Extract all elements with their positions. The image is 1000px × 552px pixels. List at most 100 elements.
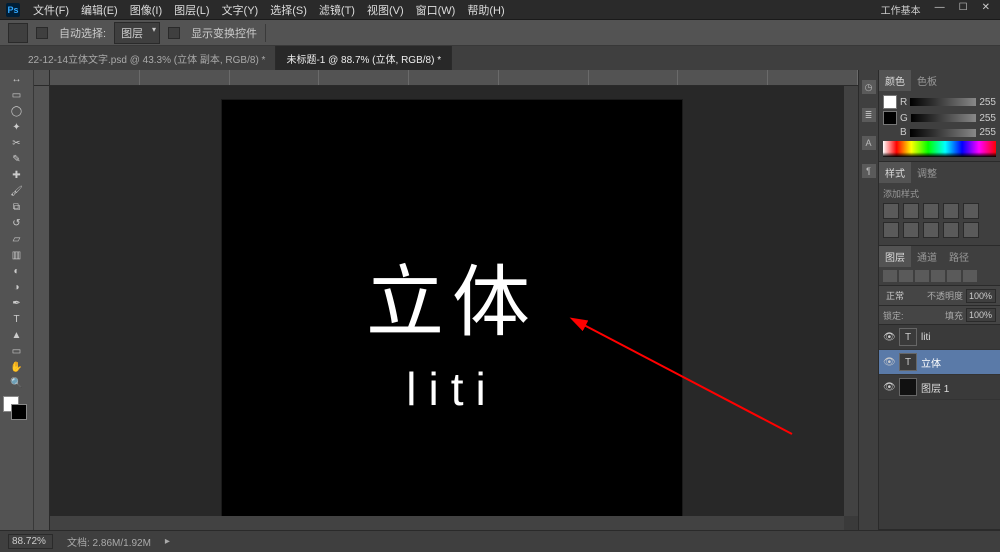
show-transform-checkbox[interactable] — [168, 27, 180, 39]
close-icon[interactable]: ✕ — [978, 0, 994, 19]
document-tab-1[interactable]: 22-12-14立体文字.psd @ 43.3% (立体 副本, RGB/8) … — [18, 46, 276, 70]
scrollbar-horizontal[interactable] — [50, 516, 844, 530]
filter-pixel-icon[interactable] — [899, 270, 913, 282]
visibility-toggle-icon[interactable]: 👁 — [883, 357, 895, 368]
style-preset-icon[interactable] — [963, 203, 979, 219]
maximize-icon[interactable]: ☐ — [955, 0, 972, 19]
blur-tool-icon[interactable]: ◐ — [1, 264, 32, 279]
brush-tool-icon[interactable]: 🖌 — [1, 184, 32, 199]
eraser-tool-icon[interactable]: ▱ — [1, 232, 32, 247]
layer-name[interactable]: 图层 1 — [921, 380, 949, 395]
move-tool-icon[interactable]: ↔ — [1, 72, 32, 87]
crop-tool-icon[interactable]: ✂ — [1, 136, 32, 151]
style-preset-icon[interactable] — [923, 222, 939, 238]
active-tool-icon[interactable] — [8, 23, 28, 43]
blend-mode-dropdown[interactable]: 正常 — [883, 288, 924, 303]
g-value[interactable]: 255 — [979, 113, 996, 124]
layer-item-liti[interactable]: 👁 T liti — [879, 325, 1000, 350]
style-preset-icon[interactable] — [903, 203, 919, 219]
tab-channels[interactable]: 通道 — [911, 246, 943, 267]
layer-item-main[interactable]: 👁 T 立体 — [879, 350, 1000, 375]
properties-panel-icon[interactable]: ≣ — [862, 108, 876, 122]
style-preset-icon[interactable] — [963, 222, 979, 238]
menu-filter[interactable]: 滤镜(T) — [314, 0, 360, 20]
history-brush-tool-icon[interactable]: ↺ — [1, 216, 32, 231]
tab-swatches[interactable]: 色板 — [911, 70, 943, 91]
style-preset-icon[interactable] — [943, 222, 959, 238]
minimize-icon[interactable]: — — [931, 0, 949, 19]
auto-select-target-dropdown[interactable]: 图层 — [114, 22, 160, 44]
filter-adjust-icon[interactable] — [915, 270, 929, 282]
ruler-corner — [34, 70, 50, 86]
stamp-tool-icon[interactable]: ⧉ — [1, 200, 32, 215]
layers-panel: 图层 通道 路径 正常 不透明度 锁定: — [879, 246, 1000, 530]
tab-adjustments[interactable]: 调整 — [911, 162, 943, 183]
background-color-icon[interactable] — [11, 404, 27, 420]
visibility-toggle-icon[interactable]: 👁 — [883, 382, 895, 393]
dodge-tool-icon[interactable]: ◑ — [1, 280, 32, 295]
menu-select[interactable]: 选择(S) — [265, 0, 312, 20]
document-tab-2[interactable]: 未标题-1 @ 88.7% (立体, RGB/8) * — [276, 46, 452, 70]
status-bar: 文档: 2.86M/1.92M ▸ — [0, 530, 1000, 552]
pen-tool-icon[interactable]: ✒ — [1, 296, 32, 311]
style-preset-icon[interactable] — [923, 203, 939, 219]
auto-select-checkbox[interactable] — [36, 27, 48, 39]
b-value[interactable]: 255 — [979, 127, 996, 138]
magic-wand-tool-icon[interactable]: ✦ — [1, 120, 32, 135]
path-select-tool-icon[interactable]: ▲ — [1, 328, 32, 343]
tab-layers[interactable]: 图层 — [879, 246, 911, 267]
gradient-tool-icon[interactable]: ▥ — [1, 248, 32, 263]
g-slider[interactable] — [911, 114, 977, 122]
filter-smart-icon[interactable] — [963, 270, 977, 282]
canvas-area[interactable]: 立体 liti — [34, 70, 858, 530]
color-swatches[interactable] — [1, 396, 32, 424]
fg-swatch-icon[interactable] — [883, 95, 897, 109]
menu-view[interactable]: 视图(V) — [362, 0, 409, 20]
layer-item-bg[interactable]: 👁 图层 1 — [879, 375, 1000, 400]
style-preset-icon[interactable] — [943, 203, 959, 219]
filter-type-icon[interactable] — [931, 270, 945, 282]
menu-file[interactable]: 文件(F) — [28, 0, 74, 20]
marquee-tool-icon[interactable]: ▭ — [1, 88, 32, 103]
status-chevron-icon[interactable]: ▸ — [165, 536, 170, 547]
character-panel-icon[interactable]: A — [862, 136, 876, 150]
filter-kind-icon[interactable] — [883, 270, 897, 282]
filter-shape-icon[interactable] — [947, 270, 961, 282]
bg-swatch-icon[interactable] — [883, 111, 897, 125]
scrollbar-vertical[interactable] — [844, 86, 858, 516]
zoom-tool-icon[interactable]: 🔍 — [1, 376, 32, 391]
hand-tool-icon[interactable]: ✋ — [1, 360, 32, 375]
healing-tool-icon[interactable]: ✚ — [1, 168, 32, 183]
style-preset-icon[interactable] — [903, 222, 919, 238]
menu-layer[interactable]: 图层(L) — [169, 0, 214, 20]
lasso-tool-icon[interactable]: ◯ — [1, 104, 32, 119]
zoom-input[interactable] — [8, 534, 53, 549]
layer-name[interactable]: 立体 — [921, 355, 941, 370]
layer-name[interactable]: liti — [921, 332, 930, 343]
eyedropper-tool-icon[interactable]: ✎ — [1, 152, 32, 167]
tab-paths[interactable]: 路径 — [943, 246, 975, 267]
spectrum-picker[interactable] — [883, 141, 996, 157]
document-canvas[interactable]: 立体 liti — [222, 100, 682, 530]
history-panel-icon[interactable]: ◷ — [862, 80, 876, 94]
r-value[interactable]: 255 — [979, 97, 996, 108]
menu-text[interactable]: 文字(Y) — [217, 0, 264, 20]
tab-color[interactable]: 颜色 — [879, 70, 911, 91]
layer-thumb-icon — [899, 378, 917, 396]
style-preset-icon[interactable] — [883, 222, 899, 238]
paragraph-panel-icon[interactable]: ¶ — [862, 164, 876, 178]
tab-styles[interactable]: 样式 — [879, 162, 911, 183]
style-preset-icon[interactable] — [883, 203, 899, 219]
workspace-label[interactable]: 工作基本 — [877, 0, 925, 19]
menu-edit[interactable]: 编辑(E) — [76, 0, 123, 20]
shape-tool-icon[interactable]: ▭ — [1, 344, 32, 359]
type-tool-icon[interactable]: T — [1, 312, 32, 327]
r-slider[interactable] — [910, 98, 976, 106]
opacity-input[interactable] — [966, 289, 996, 303]
fill-input[interactable] — [966, 308, 996, 322]
menu-image[interactable]: 图像(I) — [125, 0, 167, 20]
menu-window[interactable]: 窗口(W) — [411, 0, 461, 20]
visibility-toggle-icon[interactable]: 👁 — [883, 332, 895, 343]
menu-help[interactable]: 帮助(H) — [462, 0, 509, 20]
b-slider[interactable] — [910, 129, 977, 137]
